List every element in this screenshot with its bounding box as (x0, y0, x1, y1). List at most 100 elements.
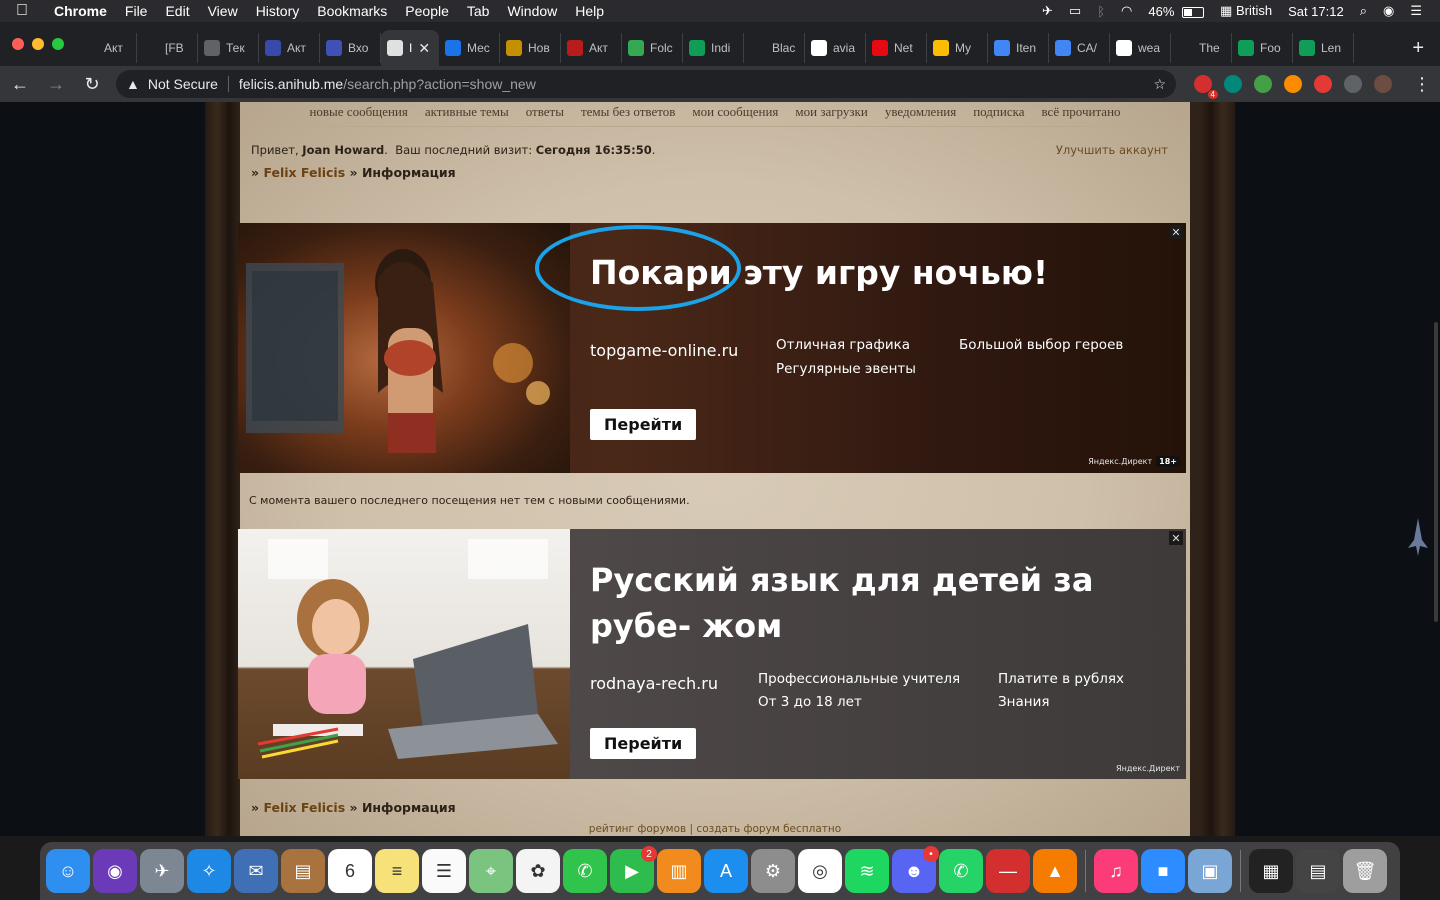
dock-system-preferences-icon[interactable]: ⚙ (751, 849, 795, 893)
tab[interactable]: Iten (988, 33, 1049, 63)
breadcrumb-forum-link[interactable]: Felix Felicis (263, 165, 345, 180)
menu-window[interactable]: Window (498, 3, 566, 19)
dock-notes-icon[interactable]: ≡ (375, 849, 419, 893)
extension-green-icon[interactable] (1254, 75, 1272, 93)
dock-discord-icon[interactable]: ☻ • (892, 846, 939, 893)
menu-people[interactable]: People (396, 3, 458, 19)
ad-close-icon[interactable]: ✕ (1169, 225, 1183, 239)
forum-footer-links[interactable]: рейтинг форумов | создать форум бесплатн… (240, 823, 1190, 835)
dock-photos-icon[interactable]: ✿ (516, 849, 560, 893)
forum-nav-link[interactable]: ответы (526, 104, 564, 120)
ad-banner-russian-school[interactable]: ✕ Русский язык для детей за рубе- жом ro… (238, 529, 1186, 779)
dock-trash-icon[interactable]: 🗑 (1343, 849, 1387, 893)
tab[interactable]: The (1171, 33, 1232, 63)
chrome-menu-icon[interactable]: ⋮ (1406, 68, 1438, 100)
input-source[interactable]: ▦ British (1212, 3, 1280, 19)
forward-button[interactable]: → (40, 68, 72, 100)
dock-facetime-icon[interactable]: ▶ 2 (610, 846, 657, 893)
tab[interactable]: CA/ (1049, 33, 1110, 63)
forum-nav-link[interactable]: всё прочитано (1042, 104, 1121, 120)
ad-feature[interactable]: Большой выбор героев (959, 337, 1123, 353)
bluetooth-icon[interactable]: ᛒ (1089, 4, 1113, 19)
tab[interactable]: Net (866, 33, 927, 63)
rocket-status-icon[interactable]: ✈ (1034, 3, 1061, 19)
ad-image-game-character[interactable] (238, 223, 570, 473)
dock-finder-icon[interactable]: ☺ (46, 849, 90, 893)
dock-stop-app-icon[interactable]: — (986, 849, 1030, 893)
extension-wrench-icon[interactable] (1284, 75, 1302, 93)
menu-edit[interactable]: Edit (156, 3, 198, 19)
tab[interactable]: Тек (198, 33, 259, 63)
back-button[interactable]: ← (4, 68, 36, 100)
reload-button[interactable]: ↻ (76, 68, 108, 100)
tab[interactable]: Вхо (320, 33, 381, 63)
close-window-button[interactable] (12, 38, 24, 50)
forum-nav-link[interactable]: новые сообщения (309, 104, 407, 120)
clock[interactable]: Sat 17:12 (1280, 4, 1352, 19)
tab[interactable]: Акт (561, 33, 622, 63)
tab[interactable]: Нов (500, 33, 561, 63)
dock-chrome-icon[interactable]: ◎ (798, 849, 842, 893)
ad-brand-label[interactable]: Яндекс.Директ (1116, 764, 1180, 773)
tab[interactable]: Мес (439, 33, 500, 63)
upgrade-account-link[interactable]: Улучшить аккаунт (1056, 143, 1168, 157)
tab-active[interactable]: I ✕ (381, 30, 439, 66)
ad-domain[interactable]: rodnaya-rech.ru (590, 674, 718, 693)
tab[interactable]: Blac (744, 33, 805, 63)
dock-spotify-icon[interactable]: ≋ (845, 849, 889, 893)
tab-close-icon[interactable]: ✕ (418, 40, 430, 57)
tab[interactable]: Foo (1232, 33, 1293, 63)
airplay-icon[interactable]: ▭ (1061, 3, 1089, 19)
dock-books-icon[interactable]: ▥ (657, 849, 701, 893)
menu-view[interactable]: View (199, 3, 247, 19)
ad-feature[interactable]: Отличная графика (776, 337, 910, 353)
address-bar[interactable]: ▲ Not Secure felicis.anihub.me/search.ph… (116, 70, 1176, 98)
battery-status[interactable]: 46% (1140, 4, 1212, 19)
ad-brand-label[interactable]: Яндекс.Директ (1088, 457, 1152, 466)
ad-feature[interactable]: Платите в рублях (998, 671, 1124, 687)
bookmark-star-icon[interactable]: ☆ (1153, 76, 1166, 93)
ad-feature[interactable]: Профессиональные учителя (758, 671, 960, 687)
dock-preview-icon[interactable]: ▣ (1188, 849, 1232, 893)
forum-nav-link[interactable]: активные темы (425, 104, 509, 120)
ad-image-girl-laptop[interactable] (238, 529, 570, 779)
dock-safari-icon[interactable]: ✧ (187, 849, 231, 893)
warning-triangle-icon[interactable]: ▲ (126, 76, 140, 92)
tab[interactable]: Акт (259, 33, 320, 63)
menu-file[interactable]: File (116, 3, 157, 19)
ad-go-button[interactable]: Перейти (590, 728, 697, 759)
breadcrumb-forum-link[interactable]: Felix Felicis (263, 800, 345, 815)
menu-bookmarks[interactable]: Bookmarks (308, 3, 396, 19)
apple-menu-icon[interactable]:  (0, 2, 44, 20)
dock-notebook-icon[interactable]: ▤ (281, 849, 325, 893)
extension-red2-icon[interactable] (1314, 75, 1332, 93)
menu-help[interactable]: Help (566, 3, 613, 19)
dock-zoom-icon[interactable]: ■ (1141, 849, 1185, 893)
dock-mail-stamp-icon[interactable]: ✉ (234, 849, 278, 893)
menu-history[interactable]: History (247, 3, 309, 19)
ad-domain[interactable]: topgame-online.ru (590, 341, 738, 360)
dock-activity-monitor-icon[interactable]: ▦ (1249, 849, 1293, 893)
ad-feature[interactable]: Регулярные эвенты (776, 361, 916, 377)
dock-app-store-icon[interactable]: A (704, 849, 748, 893)
tab[interactable]: Indi (683, 33, 744, 63)
page-scrollbar[interactable] (1434, 322, 1438, 622)
dock-reminders-icon[interactable]: ☰ (422, 849, 466, 893)
tab[interactable]: avia (805, 33, 866, 63)
forum-nav-link[interactable]: уведомления (885, 104, 956, 120)
dock-vlc-icon[interactable]: ▲ (1033, 849, 1077, 893)
dock-maps-icon[interactable]: ⌖ (469, 849, 513, 893)
spotlight-search-icon[interactable]: ⌕ (1352, 3, 1375, 19)
forum-nav-link[interactable]: мои загрузки (795, 104, 867, 120)
ad-headline[interactable]: Русский язык для детей за рубе- жом (590, 557, 1180, 649)
tab[interactable]: Len (1293, 33, 1354, 63)
forum-nav-link[interactable]: подписка (973, 104, 1024, 120)
zoom-window-button[interactable] (52, 38, 64, 50)
extension-e-icon[interactable] (1224, 75, 1242, 93)
tab[interactable]: Folc (622, 33, 683, 63)
menu-app-name[interactable]: Chrome (44, 3, 116, 19)
dock-messages-icon[interactable]: ✆ (563, 849, 607, 893)
dock-siri-icon[interactable]: ◉ (93, 849, 137, 893)
username-link[interactable]: Joan Howard (302, 143, 384, 157)
minimize-window-button[interactable] (32, 38, 44, 50)
